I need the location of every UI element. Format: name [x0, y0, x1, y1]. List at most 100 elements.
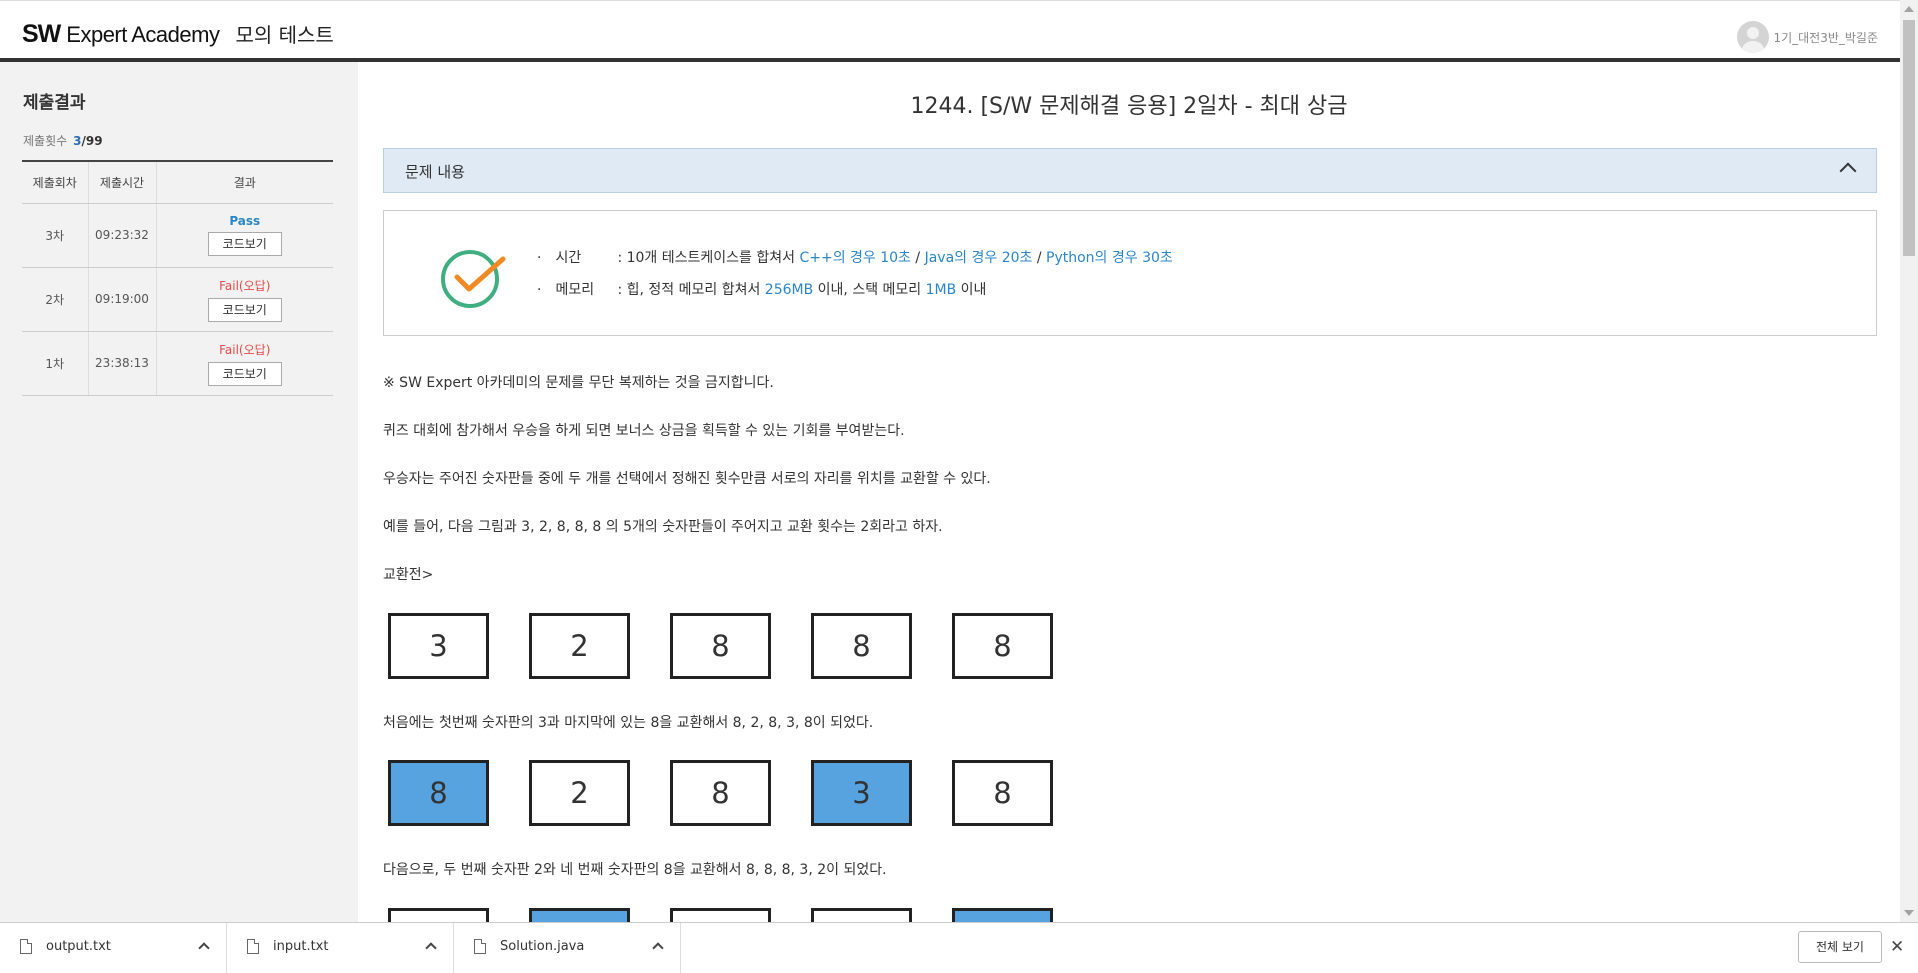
limits-box: · 시간: 10개 테스트케이스를 합쳐서 C++의 경우 10초 / Java의…: [383, 210, 1877, 336]
time-limit-cpp: C++의 경우 10초: [799, 250, 911, 266]
digit-card: [529, 908, 630, 922]
submission-table: 제출회차 제출시간 결과 3차 09:23:32 Pass 코드보기 2차 09…: [22, 160, 333, 396]
chevron-up-icon[interactable]: [425, 942, 437, 954]
time-limit-row: · 시간: 10개 테스트케이스를 합쳐서 C++의 경우 10초 / Java의…: [537, 247, 1173, 267]
file-icon: [247, 939, 259, 954]
close-icon[interactable]: ✕: [1890, 937, 1904, 957]
show-all-downloads-button[interactable]: 전체 보기: [1798, 931, 1882, 963]
download-item[interactable]: input.txt: [227, 923, 454, 973]
brand-logo[interactable]: SW Expert Academy 모의 테스트: [22, 19, 334, 49]
time-limit-java: Java의 경우 20초: [924, 250, 1033, 266]
download-item[interactable]: output.txt: [0, 923, 227, 973]
brand-subtitle: 모의 테스트: [235, 23, 334, 47]
problem-paragraph: 우승자는 주어진 숫자판들 중에 두 개를 선택에서 정해진 횟수만큼 서로의 …: [383, 471, 991, 487]
top-navbar: SW Expert Academy 모의 테스트 1기_대전3반_박길준: [0, 0, 1918, 62]
problem-content-accordion[interactable]: 문제 내용: [383, 148, 1877, 193]
submission-round: 2차: [22, 267, 88, 332]
submission-time: 23:38:13: [87, 331, 156, 396]
brand-sw-text: SW: [22, 20, 61, 48]
chevron-up-icon[interactable]: [1839, 162, 1857, 180]
column-header-result: 결과: [155, 160, 333, 204]
download-file-name: input.txt: [273, 939, 329, 954]
user-menu[interactable]: 1기_대전3반_박길준: [1737, 21, 1878, 53]
download-file-name: output.txt: [46, 939, 111, 954]
problem-paragraph: 다음으로, 두 번째 숫자판 2와 네 번째 숫자판의 8을 교환해서 8, 8…: [383, 862, 887, 878]
digit-card: [952, 908, 1053, 922]
column-header-time: 제출시간: [87, 160, 156, 204]
column-header-round: 제출회차: [22, 160, 88, 204]
digit-card-row: [388, 908, 1288, 922]
digit-card: [670, 908, 771, 922]
digit-card: [811, 908, 912, 922]
time-limit-prefix: : 10개 테스트케이스를 합쳐서: [617, 250, 796, 266]
download-item[interactable]: Solution.java: [454, 923, 681, 973]
view-code-button[interactable]: 코드보기: [207, 297, 282, 322]
digit-card: 8: [952, 613, 1053, 679]
submission-count-value: 3: [73, 134, 82, 148]
memory-limit-suffix: 이내: [960, 282, 987, 298]
download-file-name: Solution.java: [500, 939, 585, 954]
memory-limit-mid: 이내, 스택 메모리: [817, 282, 922, 298]
file-icon: [474, 939, 486, 954]
submission-results-title: 제출결과: [23, 93, 86, 113]
scroll-down-icon[interactable]: [1904, 910, 1914, 916]
problem-paragraph: 처음에는 첫번째 숫자판의 3과 마지막에 있는 8을 교환해서 8, 2, 8…: [383, 715, 874, 731]
submission-result-cell: Pass 코드보기: [155, 203, 333, 268]
scroll-up-icon[interactable]: [1904, 6, 1914, 12]
problem-panel: 1244. [S/W 문제해결 응용] 2일차 - 최대 상금 문제 내용 · 시…: [358, 62, 1900, 922]
result-status: Fail(오답): [219, 278, 271, 293]
problem-title: 1244. [S/W 문제해결 응용] 2일차 - 최대 상금: [910, 94, 1348, 119]
memory-limit-row: · 메모리: 힙, 정적 메모리 합쳐서 256MB 이내, 스택 메모리 1MB…: [537, 279, 986, 299]
submission-round: 1차: [22, 331, 88, 396]
view-code-button[interactable]: 코드보기: [207, 361, 282, 386]
digit-card: 8: [952, 760, 1053, 826]
submission-count-label: 제출횟수: [23, 134, 68, 148]
digit-card: 8: [811, 613, 912, 679]
user-name: 1기_대전3반_박길준: [1773, 30, 1878, 45]
result-status: Pass: [229, 214, 261, 228]
file-icon: [20, 939, 32, 954]
table-row: 3차 09:23:32 Pass 코드보기: [22, 203, 333, 268]
memory-limit-heap: 256MB: [764, 282, 814, 298]
problem-paragraph: 퀴즈 대회에 참가해서 우승을 하게 되면 보너스 상금을 획득할 수 있는 기…: [383, 423, 905, 439]
submission-result-cell: Fail(오답) 코드보기: [155, 267, 333, 332]
submission-count-total: /99: [81, 134, 103, 148]
accordion-label: 문제 내용: [405, 163, 465, 181]
digit-card: 3: [811, 760, 912, 826]
table-row: 1차 23:38:13 Fail(오답) 코드보기: [22, 331, 333, 396]
digit-card: 3: [388, 613, 489, 679]
page-scrollbar[interactable]: [1900, 0, 1918, 922]
time-limit-label: 시간: [555, 250, 582, 266]
digit-card: 2: [529, 760, 630, 826]
submission-count: 제출횟수 3/99: [23, 132, 103, 149]
digit-card: [388, 908, 489, 922]
brand-name-text: Expert Academy: [66, 22, 220, 47]
submission-time: 09:23:32: [87, 203, 156, 268]
problem-paragraph: 교환전>: [383, 567, 434, 583]
digit-card: 8: [388, 760, 489, 826]
submission-sidebar: 제출결과 제출횟수 3/99 제출회차 제출시간 결과 3차 09:23:32 P…: [0, 62, 358, 922]
problem-paragraph: ※ SW Expert 아카데미의 문제를 무단 복제하는 것을 금지합니다.: [383, 375, 774, 391]
result-status: Fail(오답): [219, 342, 271, 357]
memory-limit-prefix: : 힙, 정적 메모리 합쳐서: [617, 282, 761, 298]
digit-card: 8: [670, 760, 771, 826]
memory-limit-label: 메모리: [555, 282, 595, 298]
submission-round: 3차: [22, 203, 88, 268]
digit-card-row: 32888: [388, 613, 1288, 679]
digit-card: 2: [529, 613, 630, 679]
submission-time: 09:19:00: [87, 267, 156, 332]
chevron-up-icon[interactable]: [652, 942, 664, 954]
scrollbar-thumb[interactable]: [1903, 20, 1915, 256]
submission-result-cell: Fail(오답) 코드보기: [155, 331, 333, 396]
view-code-button[interactable]: 코드보기: [207, 232, 282, 256]
chevron-up-icon[interactable]: [198, 942, 210, 954]
digit-card-row: 82838: [388, 760, 1288, 826]
memory-limit-stack: 1MB: [925, 282, 957, 298]
table-row: 2차 09:19:00 Fail(오답) 코드보기: [22, 267, 333, 332]
digit-card: 8: [670, 613, 771, 679]
time-limit-python: Python의 경우 30초: [1046, 250, 1173, 266]
user-avatar-icon: [1737, 21, 1770, 53]
download-shelf: output.txt input.txt Solution.java 전체 보기…: [0, 922, 1918, 973]
problem-paragraph: 예를 들어, 다음 그림과 3, 2, 8, 8, 8 의 5개의 숫자판들이 …: [383, 519, 943, 535]
check-circle-icon: [441, 250, 506, 308]
